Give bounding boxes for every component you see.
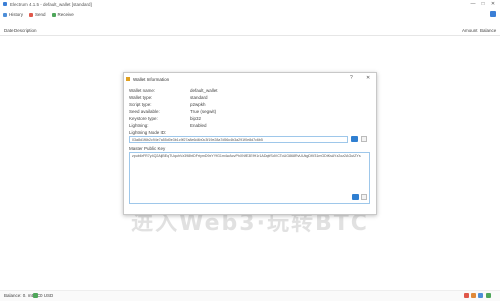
info-key: Keystore type: bbox=[129, 116, 158, 121]
wallet-icon bbox=[126, 77, 130, 81]
info-value: Enabled bbox=[190, 123, 207, 128]
info-value: p2wpkh bbox=[190, 102, 206, 107]
copy-mpk-icon[interactable] bbox=[352, 194, 359, 200]
column-date[interactable]: Date bbox=[4, 28, 14, 33]
info-row-wallet-type: Wallet type: standard bbox=[129, 95, 279, 101]
tab-history[interactable]: History bbox=[3, 12, 23, 17]
tab-send-label: Send bbox=[35, 12, 46, 17]
lock-icon[interactable] bbox=[464, 293, 469, 298]
info-row-keystore-type: Keystore type: bip32 bbox=[129, 116, 279, 122]
fiat-icon bbox=[33, 293, 38, 298]
send-icon bbox=[29, 12, 34, 17]
history-icon bbox=[3, 12, 7, 17]
info-key: Script type: bbox=[129, 102, 152, 107]
info-row-seed-available: Seed available: True (segwit) bbox=[129, 109, 279, 115]
main-tabs: History Send Receive bbox=[0, 10, 74, 19]
status-bar: Balance: 0. mBTC 0 USD bbox=[0, 290, 500, 301]
info-value: standard bbox=[190, 95, 208, 100]
maximize-button[interactable]: □ bbox=[478, 1, 488, 7]
tab-receive[interactable]: Receive bbox=[51, 12, 74, 17]
preferences-icon[interactable] bbox=[471, 293, 476, 298]
dialog-title: Wallet Information bbox=[133, 76, 170, 82]
master-public-key-field[interactable]: zpub6rFR7y4Q2AijBEqTUquhVz398htDFrtymD9x… bbox=[129, 152, 370, 204]
info-value: bip32 bbox=[190, 116, 202, 121]
info-key: Wallet type: bbox=[129, 95, 153, 100]
tab-send[interactable]: Send bbox=[29, 12, 46, 17]
lightning-node-id-field[interactable]: 03a8d1f6b2c94e7a55d0e3b1c9f27a8e6d4b0c3f… bbox=[129, 136, 348, 143]
electrum-app-icon bbox=[3, 2, 7, 6]
window-controls: — □ ✕ bbox=[468, 0, 498, 8]
info-row-script-type: Script type: p2wpkh bbox=[129, 102, 279, 108]
tab-receive-label: Receive bbox=[57, 12, 74, 17]
dialog-close-button[interactable]: ✕ bbox=[366, 75, 370, 81]
tab-history-label: History bbox=[9, 12, 24, 17]
info-value: True (segwit) bbox=[190, 109, 217, 114]
close-window-button[interactable]: ✕ bbox=[488, 1, 498, 7]
lightning-node-id-label-text: Lightning Node ID: bbox=[129, 130, 167, 135]
info-value: default_wallet bbox=[190, 88, 218, 93]
info-row-wallet-name: Wallet name: default_wallet bbox=[129, 88, 279, 94]
column-amount[interactable]: Amount bbox=[462, 28, 478, 33]
wallet-information-dialog: Wallet Information ? ✕ Wallet name: defa… bbox=[123, 72, 377, 215]
seed-icon[interactable] bbox=[478, 293, 483, 298]
window-titlebar: Electrum 4.1.5 - default_wallet [standar… bbox=[0, 0, 500, 8]
fiat-balance: 0 USD bbox=[40, 293, 54, 298]
info-key: Lightning: bbox=[129, 123, 149, 128]
network-icon[interactable] bbox=[486, 293, 491, 298]
receive-icon bbox=[51, 12, 56, 17]
mpk-qrcode-icon[interactable] bbox=[361, 194, 367, 200]
window-title: Electrum 4.1.5 - default_wallet [standar… bbox=[10, 1, 92, 7]
qrcode-icon[interactable] bbox=[361, 136, 367, 142]
copy-icon[interactable] bbox=[351, 136, 358, 142]
search-icon[interactable] bbox=[490, 11, 496, 17]
column-description[interactable]: Description bbox=[14, 28, 37, 33]
minimize-button[interactable]: — bbox=[468, 1, 478, 7]
master-public-key-label-text: Master Public Key bbox=[129, 146, 166, 151]
column-balance[interactable]: Balance bbox=[480, 28, 496, 33]
info-key: Wallet name: bbox=[129, 88, 156, 93]
history-list-header: Date Description Amount Balance bbox=[0, 27, 500, 36]
info-key: Seed available: bbox=[129, 109, 160, 114]
dialog-titlebar: Wallet Information bbox=[126, 75, 169, 83]
info-row-lightning: Lightning: Enabled bbox=[129, 123, 279, 129]
help-button[interactable]: ? bbox=[350, 75, 353, 81]
